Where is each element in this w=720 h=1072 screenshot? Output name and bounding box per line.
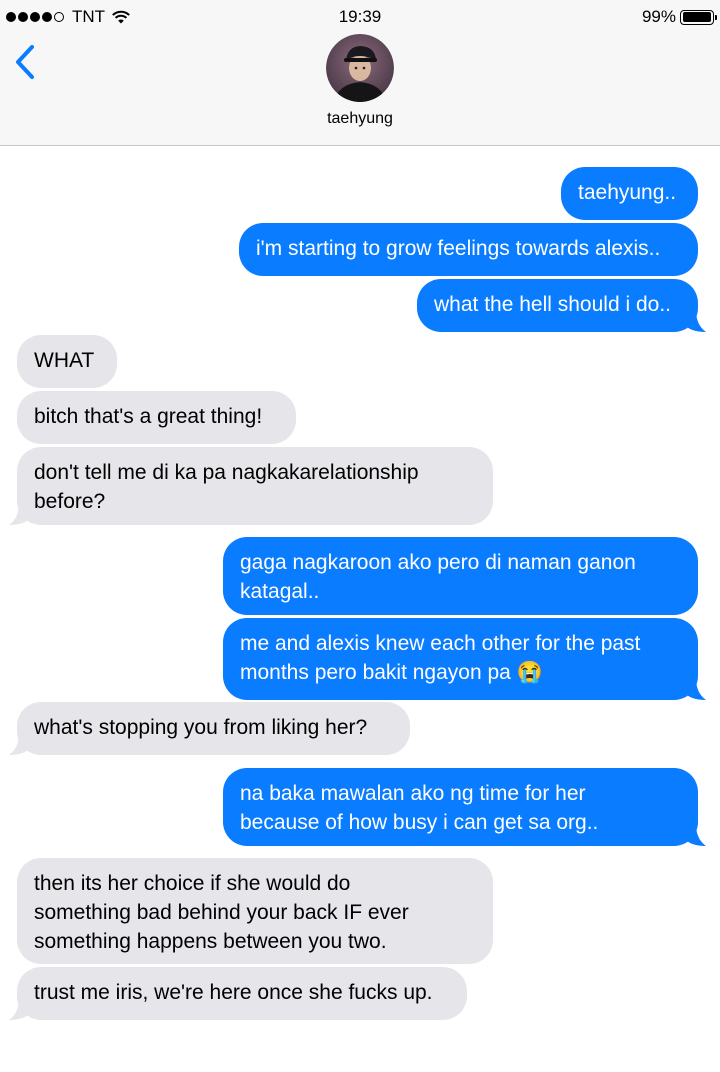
message-text-line: gaga nagkaroon ako pero di naman ganon xyxy=(240,551,636,574)
bubble-tail xyxy=(9,733,31,755)
bubble-tail xyxy=(684,824,706,846)
message-bubble-received[interactable]: don't tell me di ka pa nagkakarelationsh… xyxy=(9,447,493,525)
message-bubble-received[interactable]: trust me iris, we're here once she fucks… xyxy=(9,967,467,1020)
message-bubble-sent[interactable]: i'm starting to grow feelings towards al… xyxy=(239,223,698,276)
message-bubble-sent[interactable]: what the hell should i do.. xyxy=(417,279,706,332)
message-text-line: me and alexis knew each other for the pa… xyxy=(240,632,641,655)
battery-percentage: 99% xyxy=(641,7,676,26)
message-text: i'm starting to grow feelings towards al… xyxy=(256,237,661,260)
message-text-line: months pero bakit ngayon pa 😭 xyxy=(240,661,543,684)
bubble-tail xyxy=(684,310,706,332)
bubble-tail xyxy=(9,998,31,1020)
message-text-line: don't tell me di ka pa nagkakarelationsh… xyxy=(34,461,419,484)
message-text-line: before? xyxy=(34,490,106,513)
battery-status: 99% xyxy=(641,7,717,27)
message-text: bitch that's a great thing! xyxy=(34,405,263,428)
clock: 19:39 xyxy=(338,7,382,26)
message-text-line: na baka mawalan ako ng time for her xyxy=(240,782,586,805)
message-text-line: katagal.. xyxy=(240,580,320,603)
message-text-line: because of how busy i can get sa org.. xyxy=(240,811,599,834)
message-bubble-sent[interactable]: na baka mawalan ako ng time for her beca… xyxy=(223,768,706,846)
contact-avatar[interactable] xyxy=(326,34,394,102)
message-text: WHAT xyxy=(34,349,95,372)
message-bubble-received[interactable]: bitch that's a great thing! xyxy=(17,391,296,444)
battery-icon xyxy=(680,9,717,25)
message-bubble-received[interactable]: WHAT xyxy=(17,335,117,388)
bubble-tail xyxy=(684,678,706,700)
back-chevron-icon[interactable] xyxy=(12,42,42,82)
contact-name[interactable]: taehyung xyxy=(0,110,720,128)
message-bubble-sent[interactable]: gaga nagkaroon ako pero di naman ganon k… xyxy=(223,537,698,615)
message-bubble-sent[interactable]: taehyung.. xyxy=(561,167,698,220)
message-text-line: then its her choice if she would do xyxy=(34,872,351,895)
message-bubble-sent[interactable]: me and alexis knew each other for the pa… xyxy=(223,618,706,700)
message-text: trust me iris, we're here once she fucks… xyxy=(34,981,433,1004)
message-text: taehyung.. xyxy=(578,181,677,204)
message-text: what's stopping you from liking her? xyxy=(34,716,368,739)
conversation-header: taehyung xyxy=(0,34,720,146)
message-bubble-received[interactable]: what's stopping you from liking her? xyxy=(9,702,410,755)
message-bubble-received[interactable]: then its her choice if she would do some… xyxy=(17,858,493,964)
bubble-tail xyxy=(9,503,31,525)
message-text-line: something bad behind your back IF ever xyxy=(34,901,409,924)
message-text-line: something happens between you two. xyxy=(34,930,387,953)
status-bar: TNT 19:39 99% xyxy=(0,0,720,34)
message-text: what the hell should i do.. xyxy=(434,293,671,316)
